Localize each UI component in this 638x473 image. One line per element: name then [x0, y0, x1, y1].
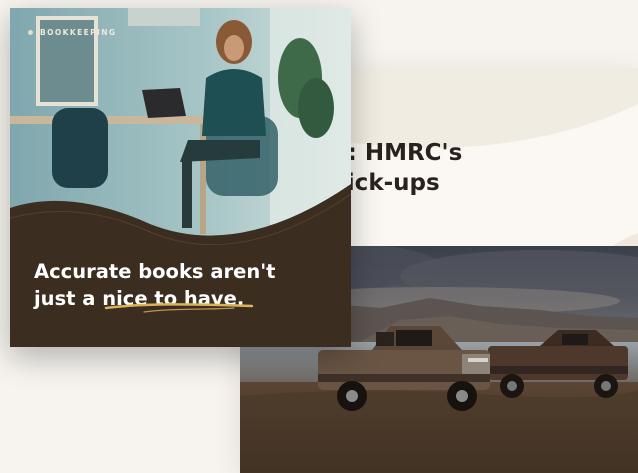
bullet-dot-icon	[28, 30, 33, 35]
category-text: BOOKKEEPING	[40, 28, 117, 37]
brush-underline-icon	[104, 303, 254, 313]
headline-line: Accurate books aren't	[34, 260, 276, 283]
category-label: BOOKKEEPING	[28, 28, 116, 37]
article-card-bookkeeping[interactable]: BOOKKEEPING Accurate books aren't just a…	[10, 8, 351, 347]
